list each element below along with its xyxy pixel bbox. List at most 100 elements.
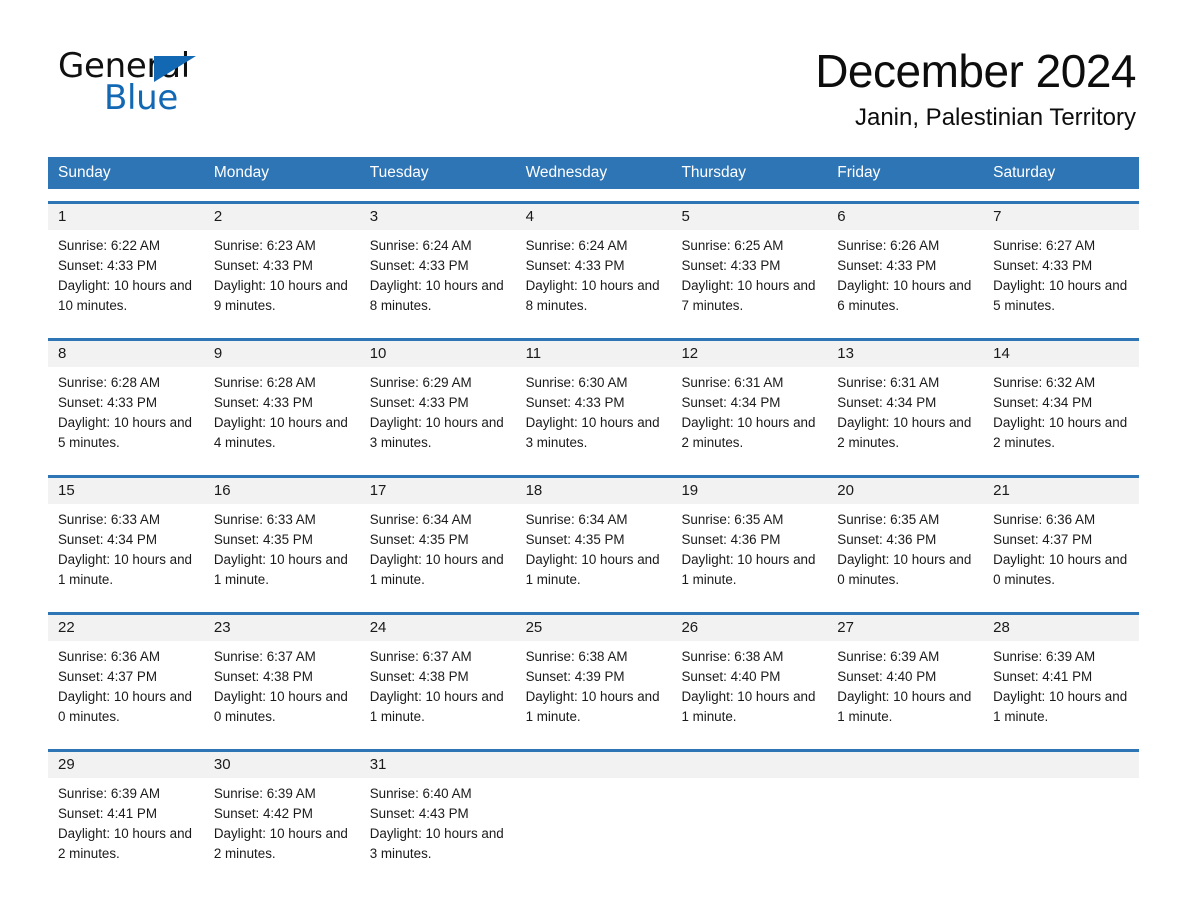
day-number[interactable]: 13 bbox=[827, 341, 983, 367]
day-number[interactable]: 31 bbox=[360, 752, 516, 778]
day-detail-row: Sunrise: 6:28 AM Sunset: 4:33 PM Dayligh… bbox=[48, 367, 1139, 463]
day-cell[interactable]: Sunrise: 6:31 AM Sunset: 4:34 PM Dayligh… bbox=[827, 367, 983, 463]
day-number[interactable]: 19 bbox=[671, 478, 827, 504]
day-cell-empty bbox=[671, 778, 827, 874]
day-number[interactable]: 29 bbox=[48, 752, 204, 778]
weekday-saturday: Saturday bbox=[993, 164, 1056, 181]
day-number[interactable]: 15 bbox=[48, 478, 204, 504]
sunset-text: Sunset: 4:33 PM bbox=[681, 258, 781, 273]
day-cell[interactable]: Sunrise: 6:23 AM Sunset: 4:33 PM Dayligh… bbox=[204, 230, 360, 326]
day-number[interactable]: 1 bbox=[48, 204, 204, 230]
day-cell[interactable]: Sunrise: 6:39 AM Sunset: 4:41 PM Dayligh… bbox=[48, 778, 204, 874]
sunrise-text: Sunrise: 6:37 AM bbox=[369, 649, 472, 664]
day-number[interactable]: 6 bbox=[827, 204, 983, 230]
day-cell[interactable]: Sunrise: 6:34 AM Sunset: 4:35 PM Dayligh… bbox=[360, 504, 516, 600]
day-number[interactable]: 17 bbox=[360, 478, 516, 504]
sunset-text: Sunset: 4:35 PM bbox=[369, 532, 469, 547]
day-number[interactable]: 8 bbox=[48, 341, 204, 367]
weekday-thursday: Thursday bbox=[681, 164, 747, 181]
day-number[interactable]: 25 bbox=[516, 615, 672, 641]
daylight-text: Daylight: 10 hours and 8 minutes. bbox=[525, 278, 660, 313]
day-cell[interactable]: Sunrise: 6:39 AM Sunset: 4:40 PM Dayligh… bbox=[827, 641, 983, 737]
sunrise-text: Sunrise: 6:28 AM bbox=[58, 375, 160, 390]
day-cell[interactable]: Sunrise: 6:33 AM Sunset: 4:34 PM Dayligh… bbox=[48, 504, 204, 600]
day-cell[interactable]: Sunrise: 6:26 AM Sunset: 4:33 PM Dayligh… bbox=[827, 230, 983, 326]
day-cell[interactable]: Sunrise: 6:28 AM Sunset: 4:33 PM Dayligh… bbox=[48, 367, 204, 463]
daylight-text: Daylight: 10 hours and 1 minute. bbox=[58, 552, 192, 587]
day-number[interactable]: 11 bbox=[516, 341, 672, 367]
sunrise-text: Sunrise: 6:30 AM bbox=[525, 375, 628, 390]
day-number[interactable]: 20 bbox=[827, 478, 983, 504]
day-number[interactable]: 18 bbox=[516, 478, 672, 504]
day-cell[interactable]: Sunrise: 6:38 AM Sunset: 4:39 PM Dayligh… bbox=[516, 641, 672, 737]
weekday-friday: Friday bbox=[837, 164, 881, 181]
sunrise-text: Sunrise: 6:39 AM bbox=[58, 786, 160, 801]
day-number[interactable]: 2 bbox=[204, 204, 360, 230]
day-cell[interactable]: Sunrise: 6:36 AM Sunset: 4:37 PM Dayligh… bbox=[983, 504, 1139, 600]
day-number[interactable]: 4 bbox=[516, 204, 672, 230]
day-number[interactable]: 16 bbox=[204, 478, 360, 504]
day-number[interactable]: 26 bbox=[671, 615, 827, 641]
day-cell[interactable]: Sunrise: 6:35 AM Sunset: 4:36 PM Dayligh… bbox=[827, 504, 983, 600]
day-number[interactable]: 24 bbox=[360, 615, 516, 641]
day-cell[interactable]: Sunrise: 6:40 AM Sunset: 4:43 PM Dayligh… bbox=[360, 778, 516, 874]
day-cell[interactable]: Sunrise: 6:30 AM Sunset: 4:33 PM Dayligh… bbox=[516, 367, 672, 463]
sunrise-text: Sunrise: 6:25 AM bbox=[681, 238, 784, 253]
day-cell[interactable]: Sunrise: 6:36 AM Sunset: 4:37 PM Dayligh… bbox=[48, 641, 204, 737]
day-number[interactable]: 9 bbox=[204, 341, 360, 367]
day-cell[interactable]: Sunrise: 6:27 AM Sunset: 4:33 PM Dayligh… bbox=[983, 230, 1139, 326]
day-number[interactable]: 28 bbox=[983, 615, 1139, 641]
day-number-empty bbox=[516, 752, 672, 778]
day-cell[interactable]: Sunrise: 6:37 AM Sunset: 4:38 PM Dayligh… bbox=[204, 641, 360, 737]
day-cell[interactable]: Sunrise: 6:35 AM Sunset: 4:36 PM Dayligh… bbox=[671, 504, 827, 600]
weekday-wednesday: Wednesday bbox=[525, 164, 608, 181]
sunrise-text: Sunrise: 6:35 AM bbox=[837, 512, 940, 527]
day-cell[interactable]: Sunrise: 6:33 AM Sunset: 4:35 PM Dayligh… bbox=[204, 504, 360, 600]
day-number-empty bbox=[671, 752, 827, 778]
day-cell[interactable]: Sunrise: 6:39 AM Sunset: 4:42 PM Dayligh… bbox=[204, 778, 360, 874]
sunset-text: Sunset: 4:35 PM bbox=[213, 532, 313, 547]
daylight-text: Daylight: 10 hours and 3 minutes. bbox=[525, 415, 660, 450]
sunset-text: Sunset: 4:39 PM bbox=[525, 669, 625, 684]
week-row: 22 23 24 25 26 27 28 Sunrise: 6:36 AM Su… bbox=[48, 612, 1139, 737]
day-number[interactable]: 14 bbox=[983, 341, 1139, 367]
day-cell[interactable]: Sunrise: 6:29 AM Sunset: 4:33 PM Dayligh… bbox=[360, 367, 516, 463]
day-number[interactable]: 7 bbox=[983, 204, 1139, 230]
day-cell[interactable]: Sunrise: 6:34 AM Sunset: 4:35 PM Dayligh… bbox=[516, 504, 672, 600]
daylight-text: Daylight: 10 hours and 1 minute. bbox=[369, 689, 504, 724]
day-detail-row: Sunrise: 6:22 AM Sunset: 4:33 PM Dayligh… bbox=[48, 230, 1139, 326]
day-cell[interactable]: Sunrise: 6:31 AM Sunset: 4:34 PM Dayligh… bbox=[671, 367, 827, 463]
sunrise-text: Sunrise: 6:29 AM bbox=[369, 375, 472, 390]
day-number[interactable]: 30 bbox=[204, 752, 360, 778]
day-cell[interactable]: Sunrise: 6:22 AM Sunset: 4:33 PM Dayligh… bbox=[48, 230, 204, 326]
day-cell[interactable]: Sunrise: 6:25 AM Sunset: 4:33 PM Dayligh… bbox=[671, 230, 827, 326]
day-detail-row: Sunrise: 6:39 AM Sunset: 4:41 PM Dayligh… bbox=[48, 778, 1139, 874]
weekday-header-row: Sunday Monday Tuesday Wednesday Thursday… bbox=[48, 157, 1139, 189]
day-cell[interactable]: Sunrise: 6:37 AM Sunset: 4:38 PM Dayligh… bbox=[360, 641, 516, 737]
day-cell[interactable]: Sunrise: 6:39 AM Sunset: 4:41 PM Dayligh… bbox=[983, 641, 1139, 737]
day-cell[interactable]: Sunrise: 6:24 AM Sunset: 4:33 PM Dayligh… bbox=[360, 230, 516, 326]
sunrise-text: Sunrise: 6:31 AM bbox=[837, 375, 940, 390]
daylight-text: Daylight: 10 hours and 2 minutes. bbox=[58, 826, 192, 861]
day-number[interactable]: 3 bbox=[360, 204, 516, 230]
day-cell[interactable]: Sunrise: 6:24 AM Sunset: 4:33 PM Dayligh… bbox=[516, 230, 672, 326]
sunrise-text: Sunrise: 6:38 AM bbox=[681, 649, 784, 664]
day-cell[interactable]: Sunrise: 6:38 AM Sunset: 4:40 PM Dayligh… bbox=[671, 641, 827, 737]
daylight-text: Daylight: 10 hours and 0 minutes. bbox=[993, 552, 1128, 587]
sunrise-text: Sunrise: 6:34 AM bbox=[369, 512, 472, 527]
sunset-text: Sunset: 4:36 PM bbox=[681, 532, 781, 547]
day-cell[interactable]: Sunrise: 6:32 AM Sunset: 4:34 PM Dayligh… bbox=[983, 367, 1139, 463]
sunset-text: Sunset: 4:33 PM bbox=[525, 258, 625, 273]
page-subtitle: Janin, Palestinian Territory bbox=[854, 104, 1136, 131]
day-number[interactable]: 23 bbox=[204, 615, 360, 641]
daylight-text: Daylight: 10 hours and 9 minutes. bbox=[213, 278, 348, 313]
day-number[interactable]: 5 bbox=[671, 204, 827, 230]
day-number[interactable]: 22 bbox=[48, 615, 204, 641]
day-number[interactable]: 27 bbox=[827, 615, 983, 641]
day-number[interactable]: 21 bbox=[983, 478, 1139, 504]
day-number[interactable]: 12 bbox=[671, 341, 827, 367]
day-number[interactable]: 10 bbox=[360, 341, 516, 367]
sunset-text: Sunset: 4:33 PM bbox=[525, 395, 625, 410]
daylight-text: Daylight: 10 hours and 3 minutes. bbox=[369, 415, 504, 450]
day-cell[interactable]: Sunrise: 6:28 AM Sunset: 4:33 PM Dayligh… bbox=[204, 367, 360, 463]
